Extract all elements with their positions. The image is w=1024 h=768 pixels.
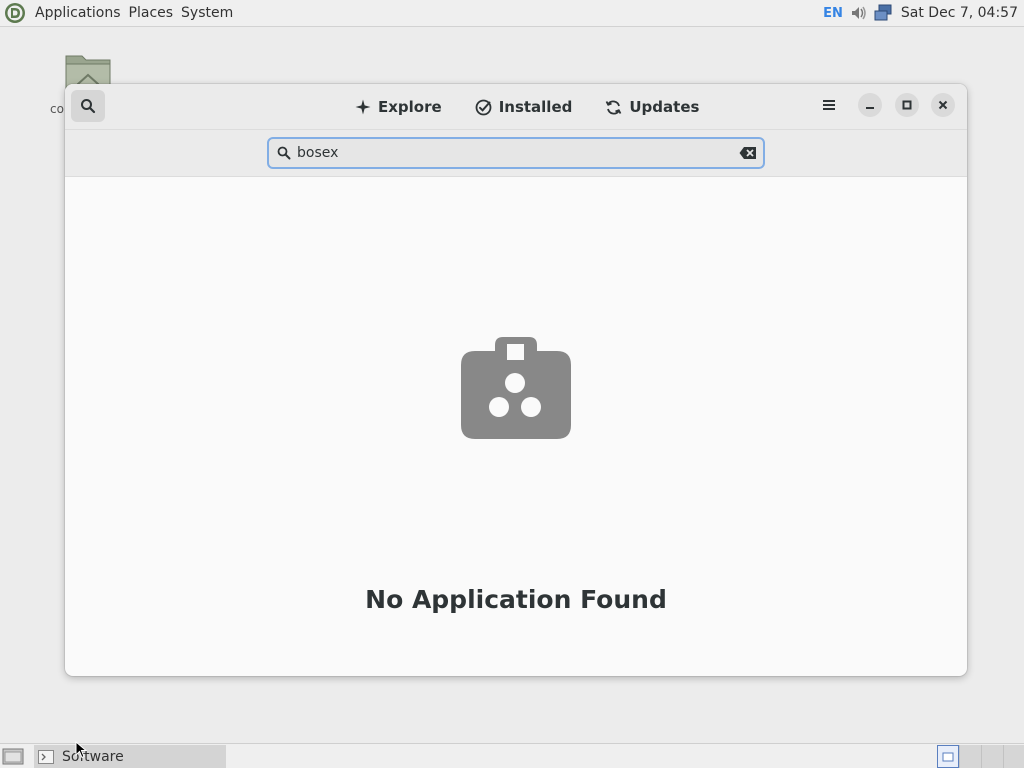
minimize-button[interactable]: [858, 93, 882, 117]
search-entry[interactable]: [267, 137, 765, 169]
software-app-icon: [38, 749, 54, 764]
search-toggle-button[interactable]: [71, 90, 105, 122]
workspace-window-icon: [942, 752, 954, 762]
tab-explore-label: Explore: [378, 98, 442, 116]
search-results-area: No Application Found: [65, 177, 967, 676]
workspace-3[interactable]: [981, 745, 1003, 768]
clear-search-icon[interactable]: [739, 146, 757, 160]
top-panel: Applications Places System EN Sat Dec 7,…: [0, 0, 1024, 27]
workspace-2[interactable]: [959, 745, 981, 768]
network-icon[interactable]: [873, 3, 893, 23]
search-input[interactable]: [297, 145, 739, 161]
show-desktop-icon[interactable]: [2, 747, 24, 766]
workspace-4[interactable]: [1003, 745, 1024, 768]
system-menu[interactable]: System: [177, 0, 237, 27]
tab-explore[interactable]: Explore: [345, 91, 452, 123]
shopping-bag-icon: [461, 337, 571, 439]
applications-menu[interactable]: Applications: [31, 0, 125, 27]
bottom-panel: Software: [0, 743, 1024, 768]
view-switcher: Explore Installed Updates: [345, 84, 722, 130]
search-bar: [65, 130, 967, 177]
places-menu[interactable]: Places: [125, 0, 178, 27]
close-icon: [938, 100, 948, 110]
distro-logo-icon[interactable]: [4, 2, 26, 24]
header-bar: Explore Installed Updates: [65, 84, 967, 130]
taskbar-software-button[interactable]: Software: [34, 745, 226, 768]
mouse-pointer-icon: [75, 741, 87, 759]
volume-icon[interactable]: [849, 3, 869, 23]
taskbar-software-label: Software: [62, 748, 124, 765]
panel-clock[interactable]: Sat Dec 7, 04:57: [901, 5, 1018, 21]
tab-installed[interactable]: Installed: [465, 91, 583, 123]
tab-updates[interactable]: Updates: [595, 91, 709, 123]
empty-state-title: No Application Found: [365, 585, 667, 614]
software-window: Explore Installed Updates bosex No Appli…: [65, 84, 967, 676]
search-icon: [277, 146, 291, 160]
check-circle-icon: [475, 99, 492, 115]
sparkle-icon: [355, 99, 371, 115]
maximize-button[interactable]: [895, 93, 919, 117]
search-icon: [81, 99, 96, 114]
minimize-icon: [866, 107, 874, 109]
refresh-icon: [606, 99, 622, 115]
desktop-icon-label: co: [50, 102, 64, 116]
main-menu-button[interactable]: [817, 93, 841, 117]
close-button[interactable]: [931, 93, 955, 117]
tab-installed-label: Installed: [498, 98, 573, 116]
workspace-1[interactable]: [937, 745, 959, 768]
keyboard-layout-indicator[interactable]: EN: [823, 6, 843, 21]
tab-updates-label: Updates: [629, 98, 700, 116]
maximize-icon: [902, 100, 912, 110]
hamburger-menu-icon: [823, 100, 835, 110]
